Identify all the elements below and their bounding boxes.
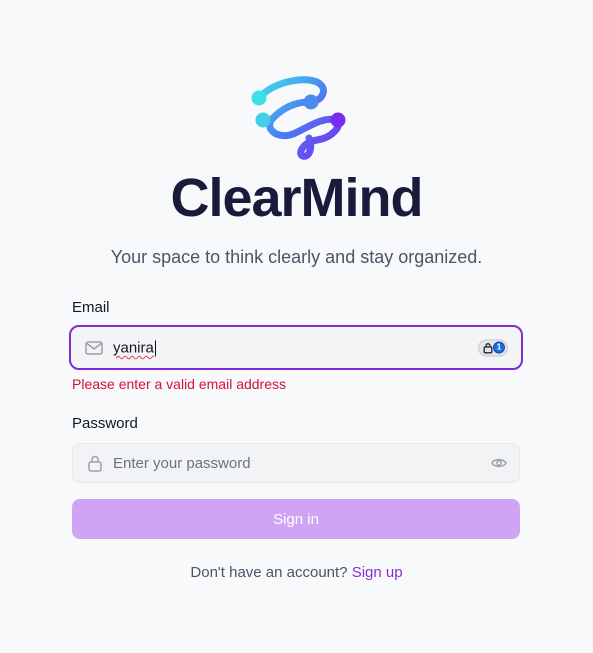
- mail-icon: [85, 339, 103, 357]
- password-field[interactable]: [72, 443, 520, 483]
- signup-prompt: Don't have an account? Sign up: [0, 564, 593, 581]
- email-error-message: Please enter a valid email address: [72, 376, 287, 392]
- signup-prompt-text: Don't have an account?: [190, 564, 348, 581]
- one-password-icon: 1: [493, 341, 505, 354]
- logo-node: [251, 90, 267, 106]
- email-field[interactable]: yanira 1: [69, 325, 523, 370]
- lock-icon: [86, 454, 104, 472]
- lock-icon: [483, 342, 493, 353]
- sign-up-link[interactable]: Sign up: [352, 564, 403, 581]
- logo-node: [255, 112, 271, 128]
- brand-wordmark: ClearMind: [170, 168, 423, 228]
- password-input[interactable]: [113, 444, 493, 482]
- brand-tagline: Your space to think clearly and stay org…: [110, 247, 483, 267]
- logo-node: [330, 112, 346, 128]
- password-label: Password: [72, 415, 138, 432]
- eye-icon[interactable]: [490, 456, 508, 470]
- logo-node: [303, 94, 319, 110]
- clearmind-logo-icon: [251, 76, 346, 160]
- password-manager-icon[interactable]: 1: [478, 339, 508, 356]
- email-label: Email: [72, 299, 110, 316]
- email-value[interactable]: yanira: [113, 339, 156, 357]
- sign-in-button[interactable]: Sign in: [72, 499, 520, 539]
